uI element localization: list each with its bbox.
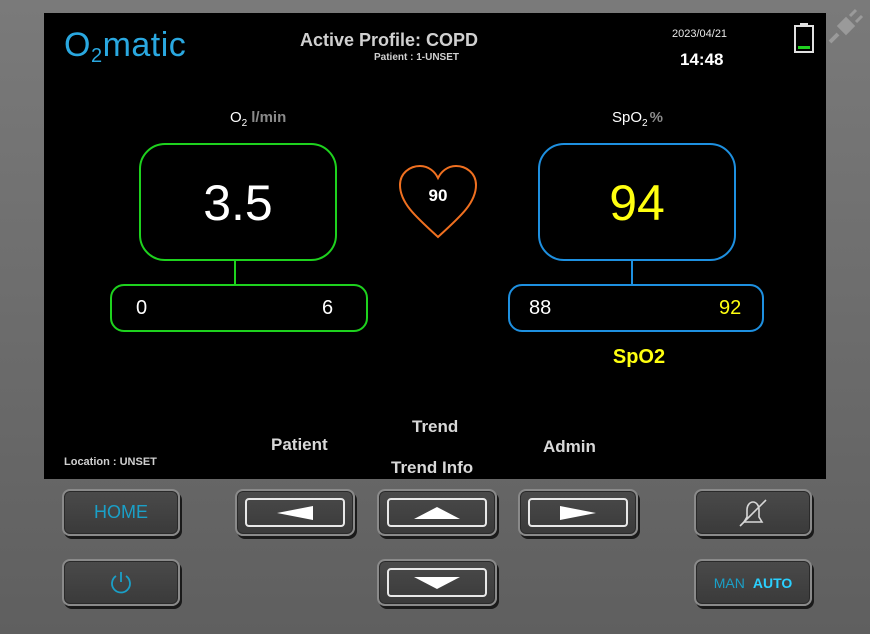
o2matic-logo: O2matic: [64, 26, 187, 67]
alarm-mute-icon: [739, 498, 767, 527]
patient-id: Patient : 1-UNSET: [374, 52, 460, 63]
auto-label: AUTO: [752, 574, 793, 591]
active-profile: Active Profile: COPD: [300, 30, 479, 50]
softkey-label-patient: Patient: [271, 435, 328, 454]
softkey-label-trend: Trend: [412, 417, 459, 436]
o2-label: O2 l/min: [230, 109, 287, 129]
date: 2023/04/21: [672, 28, 728, 40]
time: 14:48: [680, 50, 724, 69]
arrow-left-icon: [277, 505, 313, 520]
o2-min: 0: [136, 297, 148, 319]
battery-icon: [794, 23, 814, 53]
arrow-up-icon: [414, 506, 460, 519]
man-auto-toggle[interactable]: MAN AUTO: [694, 559, 812, 606]
spo2-label: SpO2%: [612, 109, 663, 129]
power-icon: [111, 571, 131, 593]
softkey-label-trend-info: Trend Info: [391, 458, 474, 477]
spo2-min: 88: [529, 297, 552, 319]
device-screen: O2matic Active Profile: COPD Patient : 1…: [44, 13, 826, 479]
left-arrow-button[interactable]: [235, 489, 355, 536]
spo2-value: 94: [609, 175, 665, 231]
man-label: MAN: [713, 574, 745, 591]
o2-flow-value: 3.5: [203, 175, 273, 231]
right-arrow-button[interactable]: [518, 489, 638, 536]
spo2-max: 92: [719, 297, 742, 319]
arrow-down-icon: [414, 576, 460, 589]
up-arrow-button[interactable]: [377, 489, 497, 536]
plug-icon: [828, 8, 864, 44]
arrow-right-icon: [560, 505, 596, 520]
o2-connector: [234, 259, 236, 284]
down-arrow-button[interactable]: [377, 559, 497, 606]
spo2-mode-label: SpO2: [612, 346, 666, 368]
o2-max: 6: [322, 297, 334, 319]
alarm-mute-button[interactable]: [694, 489, 812, 536]
spo2-connector: [631, 259, 633, 284]
o2-unit: l/min: [251, 109, 287, 126]
spo2-unit: %: [649, 109, 663, 126]
softkey-label-admin: Admin: [543, 437, 596, 456]
pulse-rate-value: 90: [428, 186, 448, 205]
location-status: Location : UNSET: [64, 456, 157, 468]
power-button[interactable]: [62, 559, 180, 606]
home-button[interactable]: HOME: [62, 489, 180, 536]
